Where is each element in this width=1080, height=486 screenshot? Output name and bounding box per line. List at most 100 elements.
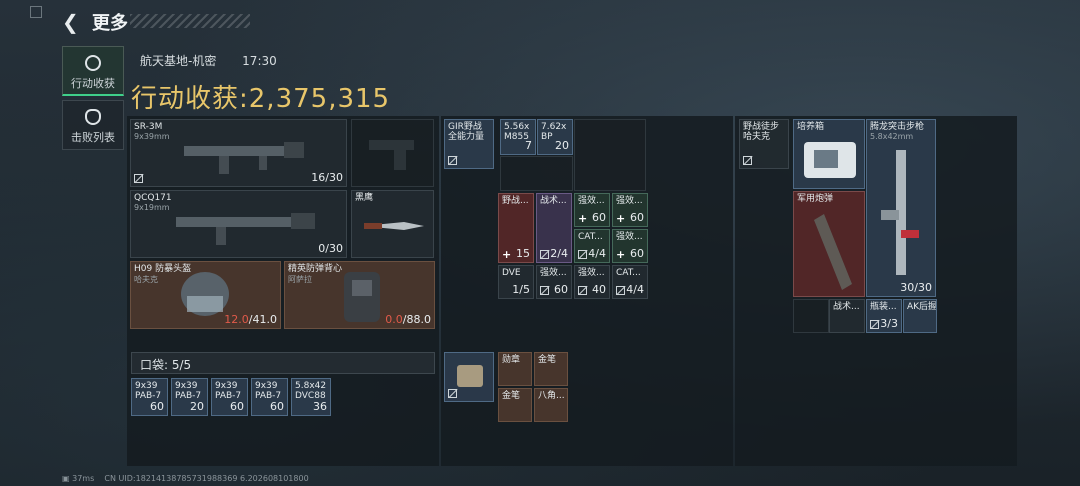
loot-item[interactable]: 军用炮弹 (793, 191, 865, 297)
pocket-item[interactable]: 5.8x42 DVC88 36 (291, 378, 331, 416)
item-maker: 阿萨拉 (288, 275, 312, 284)
pouch-slot[interactable] (444, 352, 494, 402)
empty-slot[interactable] (500, 156, 573, 191)
uid: CN UID:18214138785731988369 6.2026081018… (104, 474, 309, 483)
chest-rig-slot[interactable]: GIR野战 全能力量 (444, 119, 494, 169)
valuable-item[interactable]: 金笔 (498, 388, 532, 422)
corner-mark (30, 6, 42, 18)
back-arrow-icon[interactable]: ❮ (62, 10, 82, 34)
match-time: 17:30 (242, 54, 277, 68)
item-name: 强效... (578, 196, 605, 206)
pocket-item[interactable]: 9x39 PAB-7 60 (251, 378, 288, 416)
item-count: 7 (525, 139, 532, 152)
durability-max: /88.0 (402, 313, 431, 326)
item-name: CAT... (616, 268, 641, 278)
loot-icon (85, 55, 101, 71)
loot-item[interactable]: 瓶装... 3/3 (866, 299, 902, 333)
pistol-slot[interactable] (351, 119, 434, 187)
item-name: SR-3M (134, 122, 163, 132)
item-count: 36 (313, 400, 327, 413)
item-name: 战术... (540, 196, 567, 206)
durability-current: 12.0 (224, 313, 249, 326)
grid-item[interactable]: 强效... +60 (574, 193, 610, 227)
grid-item[interactable]: 野战... +15 (498, 193, 534, 263)
valuable-item[interactable]: 勋章 (498, 352, 532, 386)
durability-max: /41.0 (248, 313, 277, 326)
vest-icon (344, 272, 380, 322)
item-caliber: 9x19mm (134, 203, 170, 212)
plus-icon: + (616, 248, 626, 261)
lock-icon (743, 156, 752, 165)
lock-icon (578, 286, 587, 295)
item-name: CAT... (578, 232, 603, 242)
lock-icon (870, 320, 879, 329)
plus-icon: + (502, 248, 512, 261)
loot-item[interactable]: 培养箱 (793, 119, 865, 189)
item-name: 金笔 (502, 391, 521, 401)
item-name: 9x39 PAB-7 (175, 381, 202, 401)
lock-icon (448, 389, 457, 398)
item-count: 40 (592, 283, 606, 296)
loot-item[interactable]: AK后握 (903, 299, 937, 333)
grid-item[interactable]: 强效... 40 (574, 265, 610, 299)
armor-slot[interactable]: 精英防弹背心 阿萨拉 0.0/88.0 (284, 261, 435, 329)
item-name: 金笔 (538, 355, 557, 365)
match-info: 航天基地-机密 17:30 (140, 52, 299, 69)
valuable-item[interactable]: 金笔 (534, 352, 568, 386)
item-count: 20 (190, 400, 204, 413)
grid-item[interactable]: CAT... 4/4 (574, 229, 610, 263)
pocket-item[interactable]: 9x39 PAB-7 20 (171, 378, 208, 416)
weapon-slot-secondary[interactable]: QCQ171 9x19mm 0/30 (130, 190, 347, 258)
item-count: 60 (150, 400, 164, 413)
item-name: 强效... (540, 268, 567, 278)
ping: 37ms (72, 474, 95, 483)
pocket-item[interactable]: 9x39 PAB-7 60 (131, 378, 168, 416)
empty-slot[interactable] (793, 299, 829, 333)
loot-item[interactable]: 战术... (829, 299, 865, 333)
assault-rifle-icon (881, 150, 919, 275)
ammo-item[interactable]: 7.62x BP 20 (537, 119, 573, 155)
backpack-slot[interactable]: 野战徒步 哈夫克 (739, 119, 789, 169)
item-name: QCQ171 (134, 193, 172, 203)
item-name: 9x39 PAB-7 (215, 381, 242, 401)
item-count: 3/3 (880, 317, 898, 330)
wifi-icon: ▣ (62, 474, 70, 483)
grid-item[interactable]: 强效... 60 (536, 265, 572, 299)
grid-item[interactable]: 强效... +60 (612, 193, 648, 227)
empty-slot[interactable] (574, 119, 646, 191)
grid-item[interactable]: 强效... +60 (612, 229, 648, 263)
helmet-slot[interactable]: H09 防暴头盔 哈夫克 12.0/41.0 (130, 261, 281, 329)
item-name: 黑鹰 (355, 193, 374, 203)
weapon-slot-primary[interactable]: SR-3M 9x39mm 16/30 (130, 119, 347, 187)
item-name: 野战徒步 哈夫克 (743, 122, 780, 142)
lock-icon (540, 286, 549, 295)
grid-item[interactable]: 战术... 2/4 (536, 193, 572, 263)
item-name: 强效... (616, 232, 643, 242)
ammo-item[interactable]: 5.56x M855 7 (500, 119, 536, 155)
tab-kill-list[interactable]: 击败列表 (62, 100, 124, 150)
rifle-icon (184, 142, 304, 174)
item-count: 60 (554, 283, 568, 296)
pocket-item[interactable]: 9x39 PAB-7 60 (211, 378, 248, 416)
item-count: 60 (630, 247, 644, 260)
tab-loot[interactable]: 行动收获 (62, 46, 124, 96)
page-title: 更多 (92, 13, 128, 34)
item-name: AK后握 (907, 302, 937, 312)
plus-icon: + (616, 212, 626, 225)
valuable-item[interactable]: 八角... (534, 388, 568, 422)
ammo-count: 0/30 (318, 242, 343, 255)
item-count: 20 (555, 139, 569, 152)
grid-item[interactable]: DVE 1/5 (498, 265, 534, 299)
artillery-shell-icon (814, 214, 852, 290)
grid-item[interactable]: CAT... 4/4 (612, 265, 648, 299)
loot-rifle[interactable]: 腾龙突击步枪 5.8x42mm 30/30 (866, 119, 936, 297)
plus-icon: + (578, 212, 588, 225)
durability: 12.0/41.0 (224, 313, 277, 326)
durability: 0.0/88.0 (385, 313, 431, 326)
tab-label: 击败列表 (71, 131, 115, 144)
melee-slot[interactable]: 黑鹰 (351, 190, 434, 258)
item-name: DVE (502, 268, 521, 278)
ammo-count: 16/30 (311, 171, 343, 184)
item-name: 强效... (616, 196, 643, 206)
pocket-header: 口袋: 5/5 (131, 352, 435, 374)
